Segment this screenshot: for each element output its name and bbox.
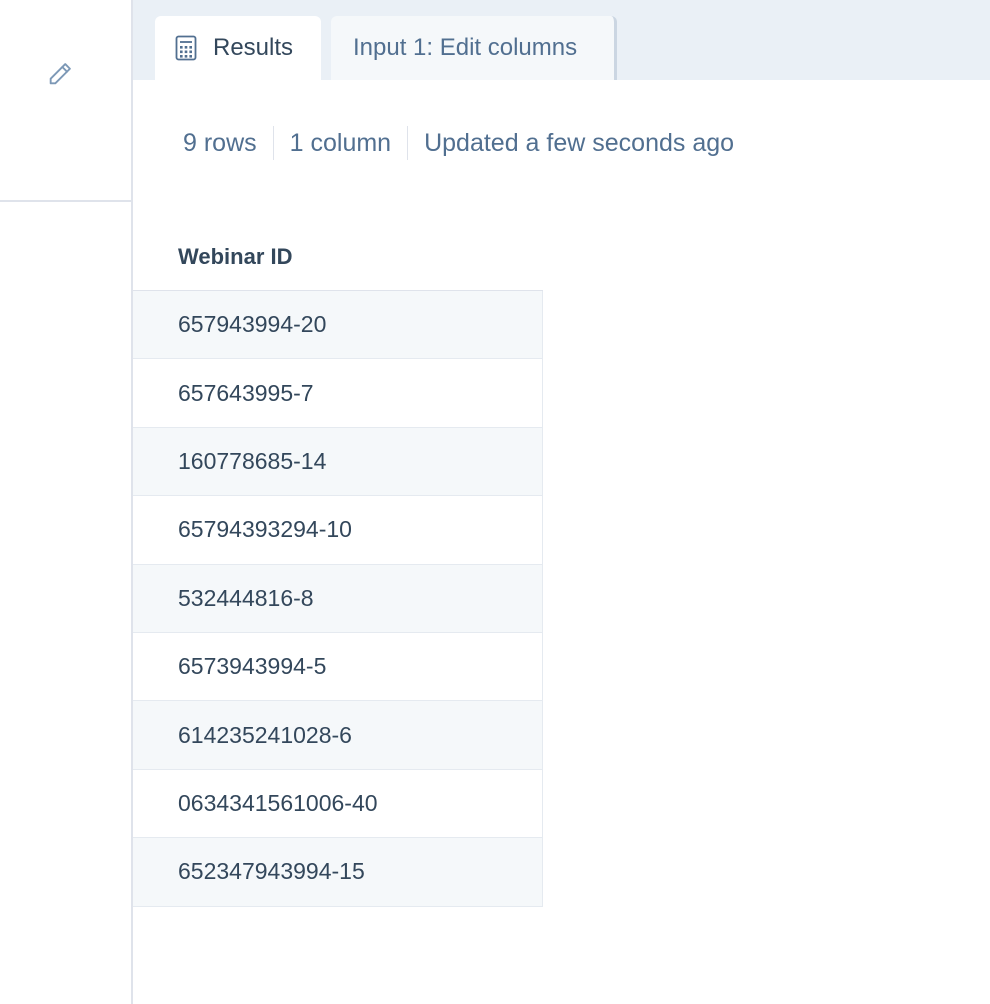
column-count: 1 column — [289, 129, 392, 157]
tab-input-1-label: Input 1: Edit columns — [353, 34, 578, 61]
row-count: 9 rows — [183, 129, 257, 157]
left-sidebar — [0, 0, 133, 1004]
pencil-icon — [46, 60, 74, 93]
tab-bar: Results Input 1: Edit columns — [133, 0, 990, 80]
table-row[interactable]: 160778685-14 — [133, 427, 543, 497]
table-body: 657943994-20 657643995-7 160778685-14 65… — [133, 291, 543, 907]
table-row[interactable]: 6573943994-5 — [133, 632, 543, 702]
tab-results-label: Results — [213, 34, 294, 61]
results-summary: 9 rows 1 column Updated a few seconds ag… — [183, 126, 750, 160]
updated-status: Updated a few seconds ago — [424, 129, 735, 157]
calculator-icon — [175, 35, 197, 61]
results-table: Webinar ID 657943994-20 657643995-7 1607… — [133, 224, 543, 907]
app-window: Results Input 1: Edit columns 9 rows 1 c… — [0, 0, 990, 1004]
table-row[interactable]: 532444816-8 — [133, 564, 543, 633]
column-header-webinar-id[interactable]: Webinar ID — [133, 224, 543, 291]
table-row[interactable]: 657643995-7 — [133, 359, 543, 428]
table-row[interactable]: 0634341561006-40 — [133, 769, 543, 839]
main-panel: Results Input 1: Edit columns 9 rows 1 c… — [133, 0, 990, 1004]
tab-results[interactable]: Results — [155, 16, 321, 80]
edit-button[interactable] — [44, 60, 76, 92]
table-row[interactable]: 657943994-20 — [133, 291, 543, 360]
table-row[interactable]: 652347943994-15 — [133, 838, 543, 907]
tab-input-1[interactable]: Input 1: Edit columns — [331, 16, 617, 80]
table-row[interactable]: 614235241028-6 — [133, 701, 543, 770]
sidebar-header — [0, 0, 131, 202]
table-row[interactable]: 65794393294-10 — [133, 496, 543, 565]
